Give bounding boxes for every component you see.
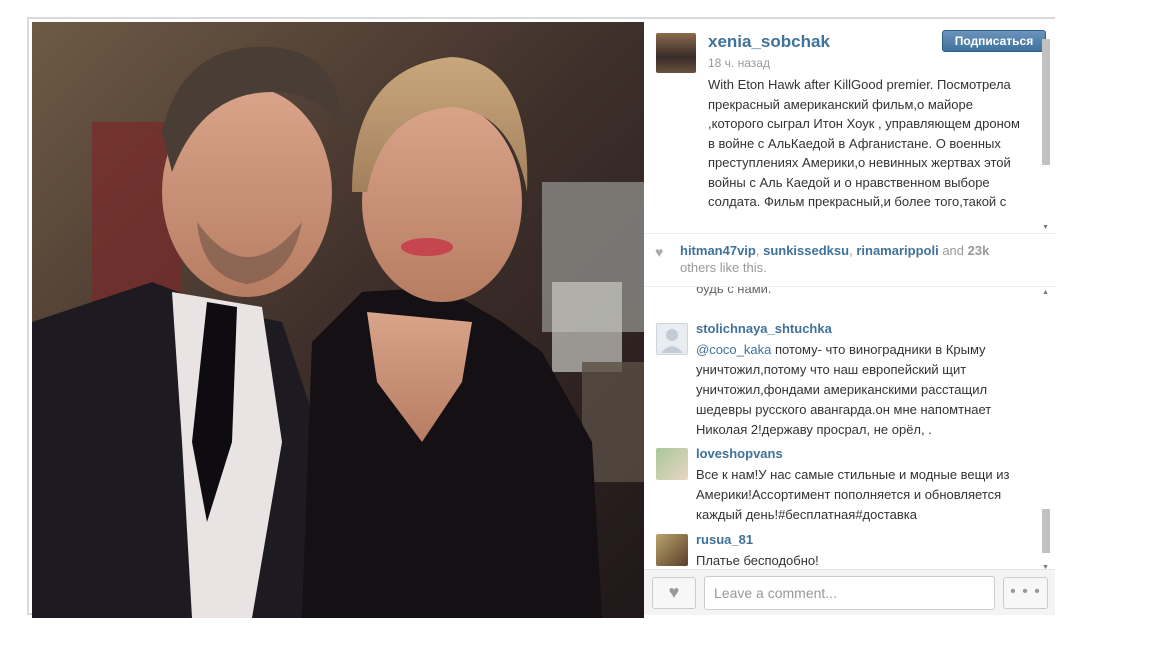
comments-scrollbar[interactable]: ▲ ▼ — [1040, 287, 1052, 571]
like-button[interactable]: ♥ — [652, 577, 696, 609]
liker-link[interactable]: rinamarippoli — [856, 243, 938, 258]
follow-button[interactable]: Подписаться — [942, 30, 1046, 52]
commenter-avatar[interactable] — [656, 448, 688, 480]
commenter-username[interactable]: loveshopvans — [696, 446, 783, 461]
comment-input[interactable] — [704, 576, 995, 610]
post-caption: With Eton Hawk after KillGood premier. П… — [708, 77, 1020, 209]
scroll-up-arrow-icon[interactable]: ▲ — [1042, 289, 1049, 296]
post-photo — [32, 22, 644, 618]
comments-list: будь с нами. stolichnaya_shtuchka @coco_… — [644, 287, 1055, 569]
comment-footer: ♥ • • • — [644, 569, 1055, 615]
likes-bar: ♥ hitman47vip, sunkissedksu, rinamarippo… — [644, 233, 1055, 287]
likes-text: hitman47vip, sunkissedksu, rinamarippoli… — [680, 243, 990, 275]
comments-scrollbar-thumb[interactable] — [1042, 509, 1050, 553]
comment-text: @coco_kaka потому- что виноградники в Кр… — [696, 340, 1034, 440]
likes-count[interactable]: 23k — [968, 243, 990, 258]
commenter-avatar[interactable] — [656, 323, 688, 355]
likes-suffix: others like this. — [680, 260, 767, 275]
comment-cut-text: будь с нами. — [696, 287, 772, 296]
ellipsis-icon: • • • — [1010, 583, 1041, 600]
comment-mention[interactable]: @coco_kaka — [696, 342, 771, 357]
commenter-username[interactable]: stolichnaya_shtuchka — [696, 321, 832, 336]
photo-image — [32, 22, 644, 618]
post-card: xenia_sobchak 18 ч. назад Подписаться Wi… — [27, 17, 1055, 618]
commenter-username[interactable]: rusua_81 — [696, 532, 753, 547]
liker-link[interactable]: sunkissedksu — [763, 243, 849, 258]
comment-text: Платье бесподобно! — [696, 553, 819, 568]
default-avatar-icon — [661, 329, 683, 353]
post-time: 18 ч. назад — [708, 56, 770, 70]
comment-text: Все к нам!У нас самые стильные и модные … — [696, 467, 1010, 522]
likes-and: and — [942, 243, 965, 258]
heart-icon: ♥ — [655, 244, 664, 260]
commenter-avatar[interactable] — [656, 534, 688, 566]
more-options-button[interactable]: • • • — [1003, 577, 1048, 609]
author-avatar[interactable] — [656, 33, 696, 73]
caption-scrollbar[interactable]: ▼ — [1040, 33, 1052, 231]
post-sidebar: xenia_sobchak 18 ч. назад Подписаться Wi… — [644, 19, 1055, 615]
heart-icon: ♥ — [668, 582, 680, 602]
author-username[interactable]: xenia_sobchak — [708, 32, 830, 52]
liker-link[interactable]: hitman47vip — [680, 243, 756, 258]
caption-scrollbar-thumb[interactable] — [1042, 39, 1050, 165]
scroll-down-arrow-icon[interactable]: ▼ — [1042, 224, 1049, 231]
